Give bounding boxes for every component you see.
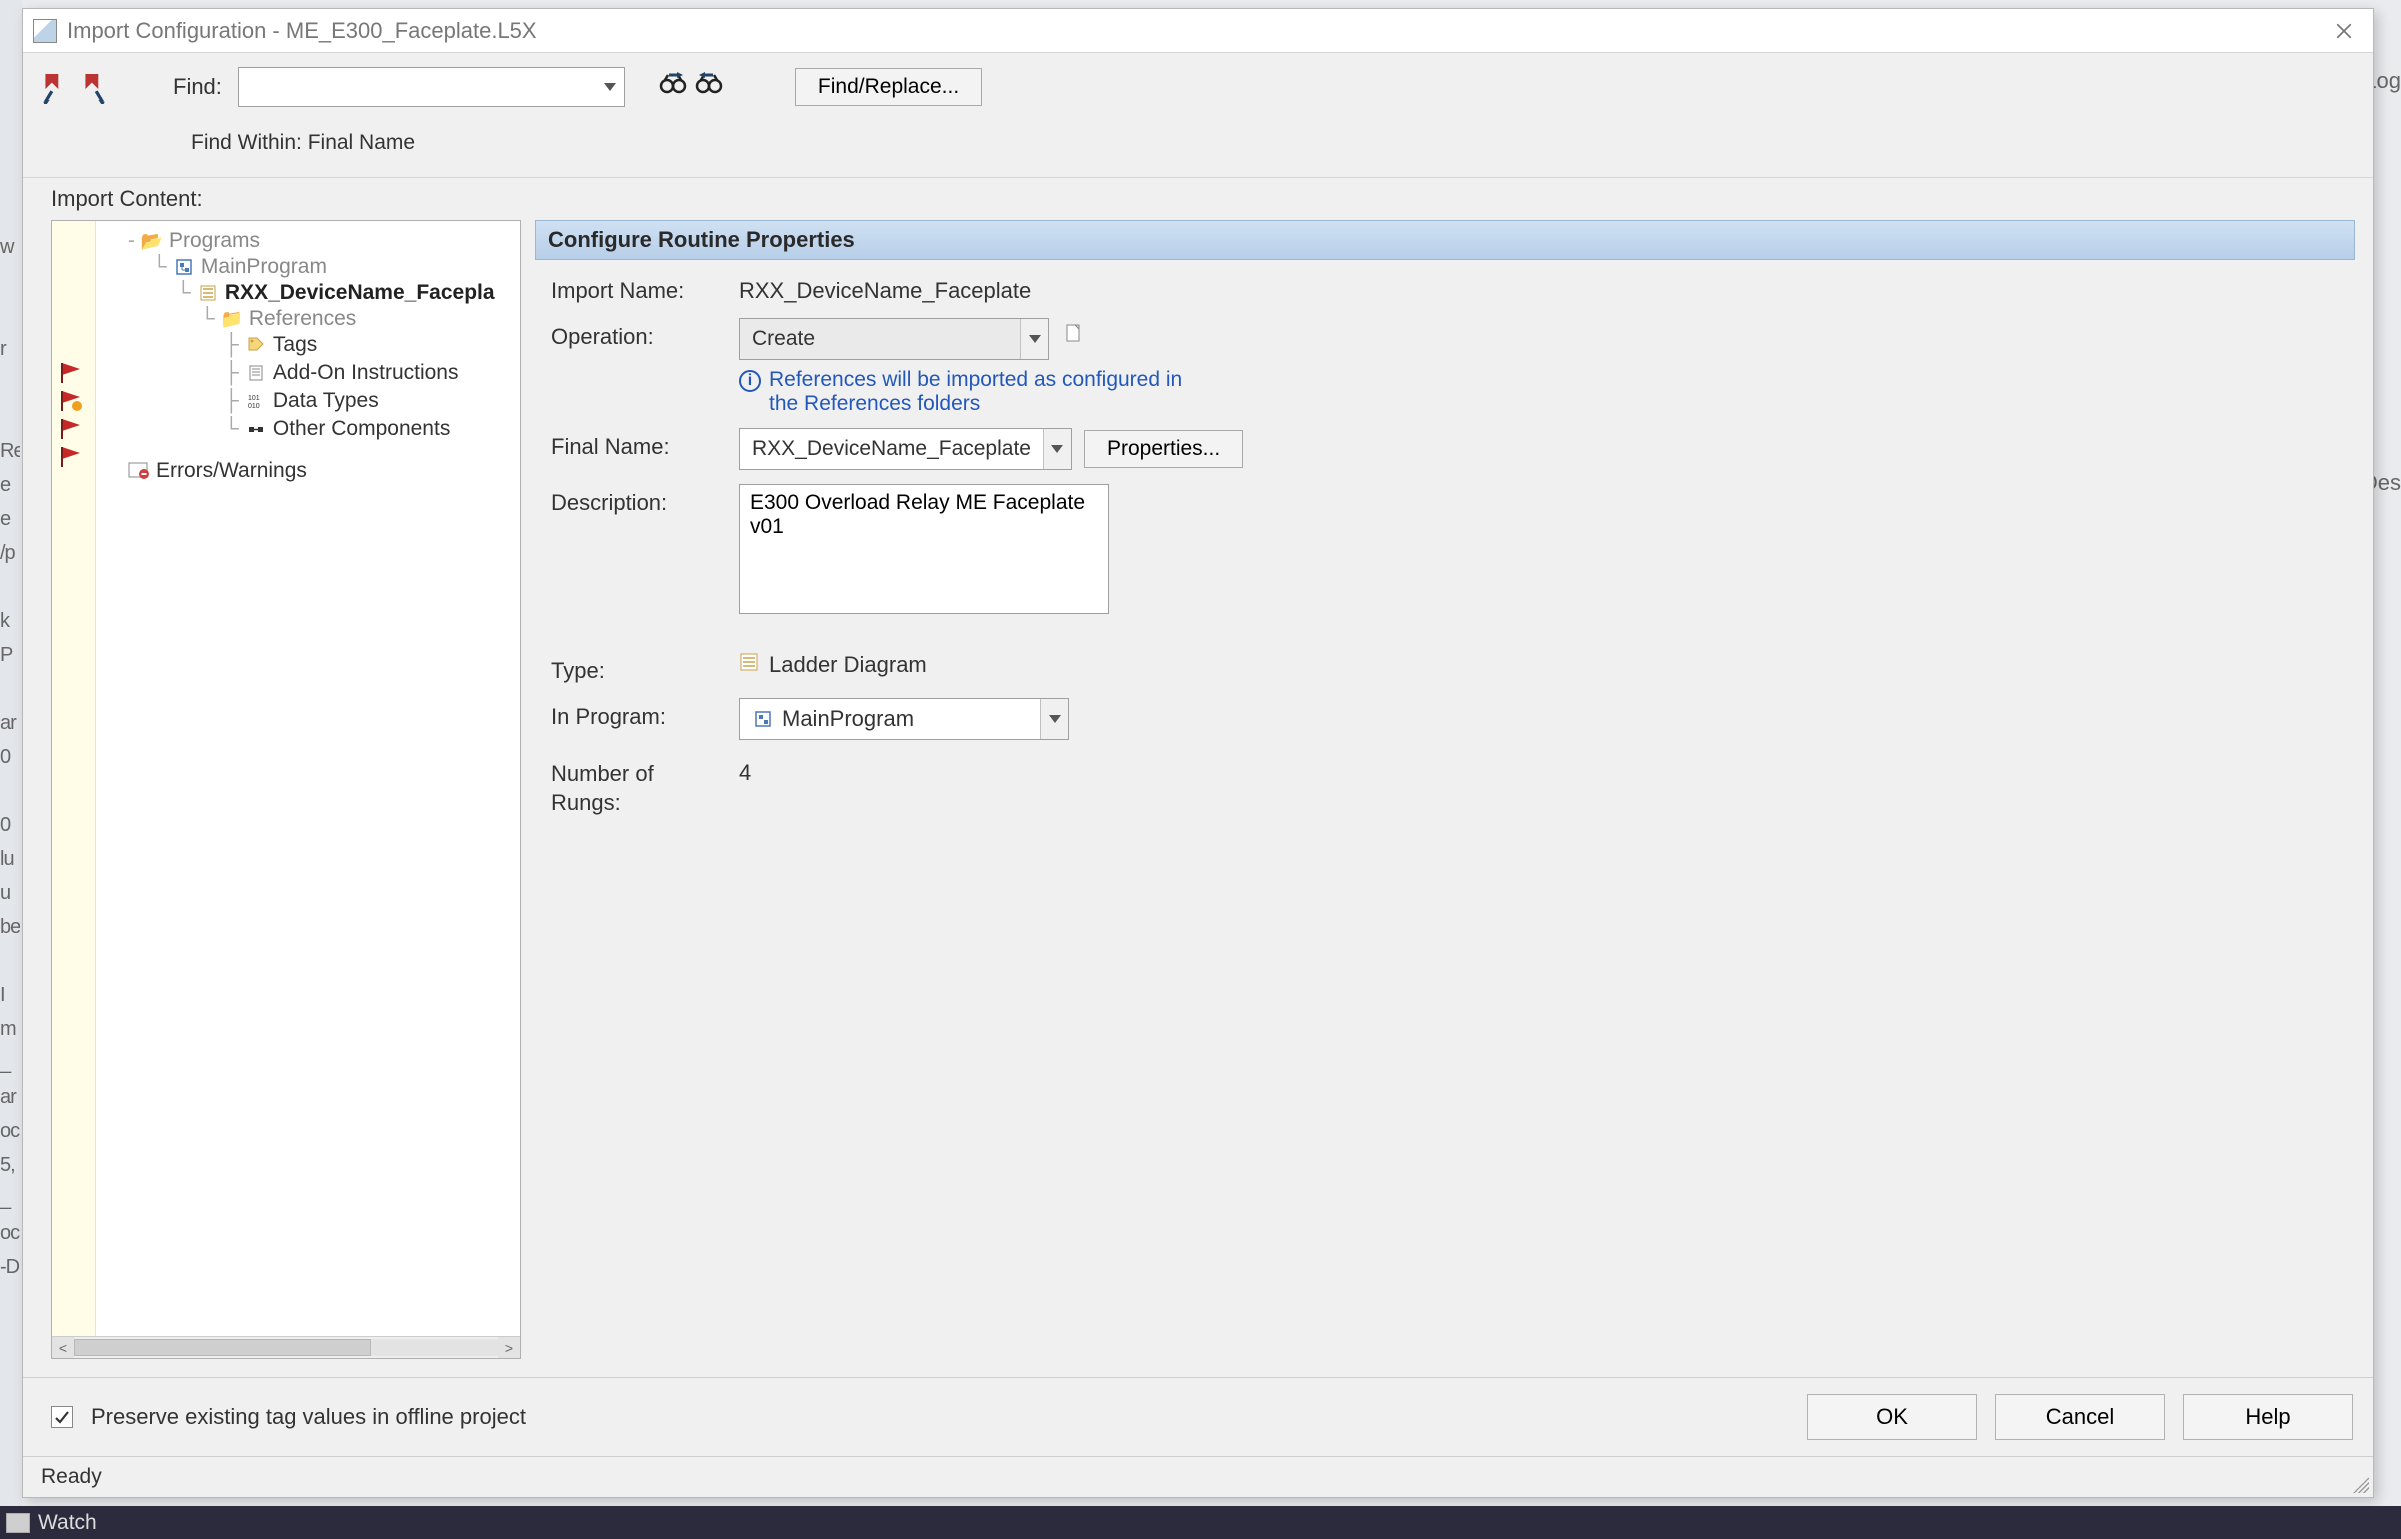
tree-label: Data Types [273, 389, 379, 413]
cancel-button[interactable]: Cancel [1995, 1394, 2165, 1440]
chevron-down-icon [604, 83, 616, 91]
tree-node-other[interactable]: └ Other Components [224, 417, 518, 441]
import-name-value: RXX_DeviceName_Faceplate [739, 272, 1031, 304]
tree-node-routine[interactable]: └ RXX_DeviceName_Facepla [176, 281, 518, 305]
chevron-down-icon [1020, 319, 1048, 359]
program-icon [173, 257, 195, 277]
scroll-right-button[interactable]: > [498, 1337, 520, 1358]
tree-label: References [249, 307, 356, 331]
find-next-icon[interactable] [659, 72, 687, 103]
check-icon [54, 1409, 70, 1425]
find-dropdown-button[interactable] [597, 67, 625, 107]
find-input[interactable] [238, 67, 598, 107]
ladder-icon [197, 283, 219, 303]
scroll-left-button[interactable]: < [52, 1337, 74, 1358]
import-name-label: Import Name: [551, 272, 721, 304]
background-fragment-left: w r Reee/p kP ar0 0luube Im_aroc5, _oc-D [0, 230, 20, 1284]
in-program-combo[interactable]: MainProgram [739, 698, 1069, 740]
watch-panel-bar[interactable]: Watch [0, 1506, 2401, 1539]
type-value: Ladder Diagram [769, 652, 927, 678]
program-icon [752, 709, 774, 729]
chevron-down-icon [1040, 699, 1068, 739]
preserve-label: Preserve existing tag values in offline … [91, 1404, 526, 1430]
folder-open-icon: 📂 [141, 231, 163, 251]
errors-icon [128, 461, 150, 481]
routine-properties-panel: Configure Routine Properties Import Name… [535, 220, 2355, 1359]
operation-combo[interactable]: Create [739, 318, 1049, 360]
find-within-label: Find Within: Final Name [41, 123, 2355, 171]
operation-info-text: References will be imported as configure… [769, 368, 1189, 416]
status-text: Ready [41, 1465, 102, 1489]
properties-button[interactable]: Properties... [1084, 430, 1243, 468]
import-content-tree-panel: - 📂 Programs └ [51, 220, 521, 1359]
tree-node-mainprogram[interactable]: └ MainProgram [152, 255, 518, 279]
operation-label: Operation: [551, 318, 721, 350]
tree-label: Other Components [273, 417, 450, 441]
close-icon [2335, 22, 2353, 40]
tree-node-errors[interactable]: Errors/Warnings [128, 459, 518, 483]
tree-node-tags[interactable]: ├ Tags [224, 333, 518, 357]
watch-label: Watch [38, 1511, 97, 1535]
find-toolbar: Find: Find/Replace... Find Within: Final… [23, 53, 2373, 178]
tree-label: Programs [169, 229, 260, 253]
description-textarea[interactable] [739, 484, 1109, 614]
close-button[interactable] [2325, 15, 2363, 47]
svg-text:101: 101 [248, 395, 260, 402]
find-replace-button[interactable]: Find/Replace... [795, 68, 982, 106]
tree-label: Tags [273, 333, 317, 357]
rungs-label: Number of Rungs: [551, 754, 721, 817]
in-program-label: In Program: [551, 698, 721, 730]
tree-horizontal-scrollbar[interactable]: < > [52, 1336, 520, 1358]
final-name-combo[interactable]: RXX_DeviceName_Faceplate [739, 428, 1072, 470]
folder-icon: 📁 [221, 309, 243, 329]
properties-header: Configure Routine Properties [535, 220, 2355, 260]
window-title: Import Configuration - ME_E300_Faceplate… [67, 18, 537, 44]
tree-label: Errors/Warnings [156, 459, 307, 483]
tag-icon [245, 335, 267, 355]
tree-label: MainProgram [201, 255, 327, 279]
ladder-icon [739, 652, 759, 678]
tree-label: Add-On Instructions [273, 361, 459, 385]
preserve-checkbox[interactable] [51, 1406, 73, 1428]
components-icon [245, 419, 267, 439]
description-label: Description: [551, 484, 721, 516]
tree-node-programs[interactable]: - 📂 Programs [128, 229, 518, 253]
tree-label: RXX_DeviceName_Facepla [225, 281, 495, 305]
new-document-icon[interactable] [1065, 323, 1085, 345]
operation-info: i References will be imported as configu… [739, 368, 2339, 416]
tree-node-aoi[interactable]: ├ Add-On Instructions [224, 361, 518, 385]
find-prev-icon[interactable] [695, 72, 723, 103]
bookmark-next-icon[interactable] [81, 74, 107, 100]
help-button[interactable]: Help [2183, 1394, 2353, 1440]
titlebar: Import Configuration - ME_E300_Faceplate… [23, 9, 2373, 53]
import-configuration-dialog: Import Configuration - ME_E300_Faceplate… [22, 8, 2374, 1498]
import-content-label: Import Content: [23, 178, 2373, 220]
operation-value: Create [740, 327, 1020, 351]
ok-button[interactable]: OK [1807, 1394, 1977, 1440]
resize-grip[interactable] [2349, 1473, 2369, 1493]
find-label: Find: [173, 74, 222, 100]
app-icon [33, 19, 57, 43]
type-label: Type: [551, 652, 721, 684]
final-name-value: RXX_DeviceName_Faceplate [740, 437, 1043, 461]
instruction-icon [245, 363, 267, 383]
watch-icon [6, 1513, 30, 1533]
status-bar: Ready [23, 1456, 2373, 1497]
scrollbar-thumb[interactable] [74, 1339, 371, 1356]
in-program-value: MainProgram [782, 706, 914, 732]
chevron-down-icon [1043, 429, 1071, 469]
final-name-label: Final Name: [551, 428, 721, 460]
bookmark-prev-icon[interactable] [41, 74, 67, 100]
info-icon: i [739, 370, 761, 392]
rungs-value: 4 [739, 754, 751, 786]
import-content-tree[interactable]: - 📂 Programs └ [104, 227, 518, 483]
tree-node-references[interactable]: └ 📁 References [200, 307, 518, 331]
svg-text:010: 010 [248, 403, 260, 410]
datatype-icon: 101010 [245, 391, 267, 411]
tree-node-datatypes[interactable]: ├ 101010 Data Types [224, 389, 518, 413]
dialog-footer: Preserve existing tag values in offline … [23, 1377, 2373, 1456]
